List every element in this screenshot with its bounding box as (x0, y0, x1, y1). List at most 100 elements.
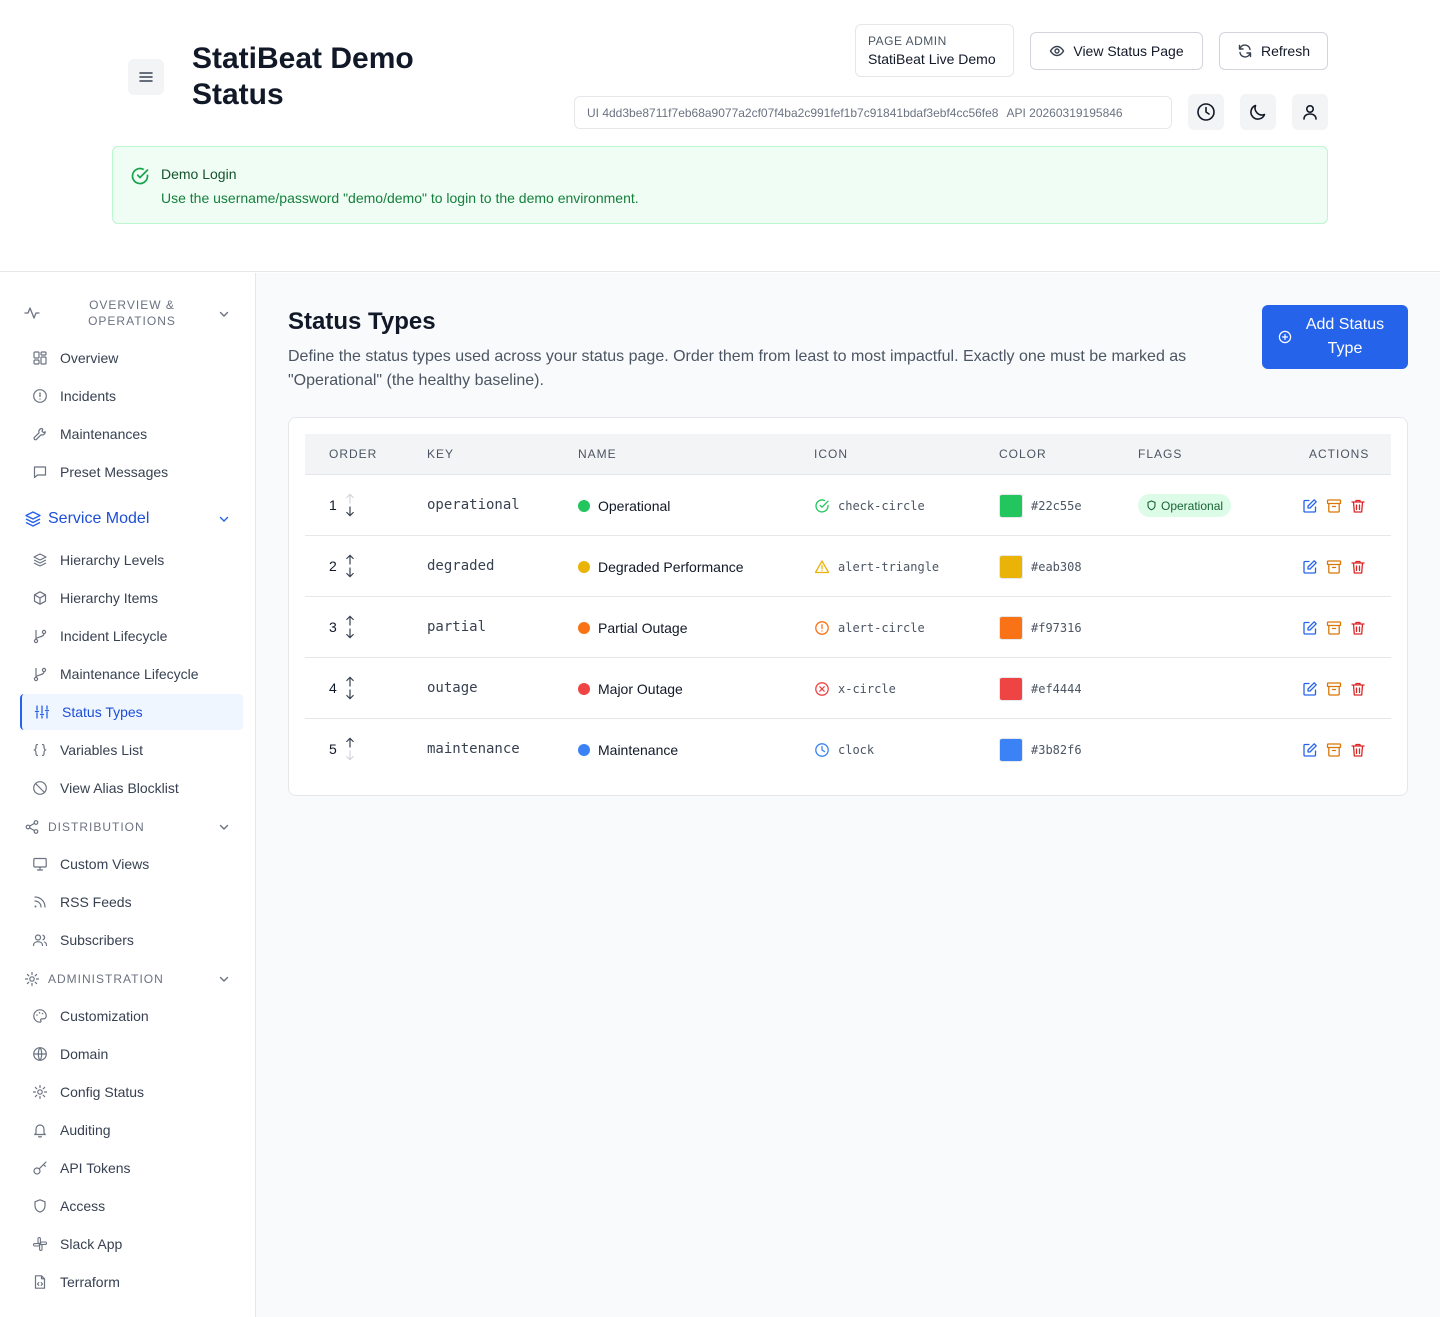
chevron-down-icon (219, 976, 229, 982)
sidebar-item-label: Auditing (60, 1122, 111, 1138)
sidebar-item-slack-app[interactable]: Slack App (20, 1226, 243, 1262)
edit-icon[interactable] (1302, 620, 1318, 636)
user-menu-button[interactable] (1292, 94, 1328, 130)
archive-icon[interactable] (1326, 742, 1342, 758)
status-dot (578, 682, 590, 695)
sidebar-item-label: Terraform (60, 1274, 120, 1290)
column-header-key: KEY (427, 447, 455, 461)
sidebar-item-preset-messages[interactable]: Preset Messages (20, 454, 243, 490)
sidebar-item-custom-views[interactable]: Custom Views (20, 846, 243, 882)
edit-icon[interactable] (1302, 742, 1318, 758)
sidebar-item-terraform[interactable]: Terraform (20, 1264, 243, 1300)
row-icon: clock (814, 719, 874, 780)
sidebar-item-label: Hierarchy Items (60, 590, 159, 606)
refresh-button[interactable]: Refresh (1219, 32, 1328, 70)
section-overview-operations[interactable]: OVERVIEW & OPERATIONS (0, 297, 256, 329)
palette-icon (33, 1009, 47, 1023)
alert-triangle-icon (814, 559, 830, 573)
archive-icon[interactable] (1326, 681, 1342, 697)
sidebar-item-api-tokens[interactable]: API Tokens (20, 1150, 243, 1186)
move-down-button[interactable] (345, 506, 355, 517)
sidebar-item-label: Access (60, 1198, 106, 1214)
sidebar-item-subscribers[interactable]: Subscribers (20, 922, 243, 958)
menu-toggle-button[interactable] (128, 59, 164, 95)
move-up-button[interactable] (345, 615, 355, 626)
move-up-button[interactable] (345, 737, 355, 748)
table-row: 1 operational Operational check-circle #… (305, 475, 1391, 536)
page-admin-selector[interactable]: PAGE ADMIN StatiBeat Live Demo (855, 24, 1014, 77)
page-admin-value: StatiBeat Live Demo (868, 51, 996, 67)
sidebar-item-config-status[interactable]: Config Status (20, 1074, 243, 1110)
trash-icon[interactable] (1350, 620, 1366, 636)
edit-icon[interactable] (1302, 498, 1318, 514)
version-info: UI 4dd3be8711f7eb68a9077a2cf07f4ba2c991f… (574, 96, 1172, 129)
move-down-button[interactable] (345, 567, 355, 578)
row-icon-name: clock (838, 742, 875, 757)
row-color-hex: #f97316 (1031, 620, 1082, 635)
theme-toggle-button[interactable] (1240, 94, 1276, 130)
eye-icon (1050, 45, 1065, 57)
sidebar-item-maintenances[interactable]: Maintenances (20, 416, 243, 452)
trash-icon[interactable] (1350, 742, 1366, 758)
row-actions (1302, 536, 1366, 597)
page-description: Define the status types used across your… (288, 348, 1187, 389)
row-color: #ef4444 (999, 658, 1082, 719)
sidebar-item-domain[interactable]: Domain (20, 1036, 243, 1072)
archive-icon[interactable] (1326, 559, 1342, 575)
move-down-button[interactable] (345, 628, 355, 639)
add-status-type-button[interactable]: Add Status Type (1262, 305, 1408, 369)
sidebar-item-overview[interactable]: Overview (20, 340, 243, 376)
timezone-button[interactable] (1188, 94, 1224, 130)
reorder-controls (345, 615, 355, 639)
sidebar-item-label: Maintenance Lifecycle (60, 666, 199, 682)
sidebar-item-incident-lifecycle[interactable]: Incident Lifecycle (20, 618, 243, 654)
row-key: outage (427, 680, 478, 696)
row-name: Operational (578, 475, 670, 536)
view-status-page-button[interactable]: View Status Page (1030, 32, 1203, 70)
row-order: 2 (329, 558, 337, 574)
archive-icon[interactable] (1326, 498, 1342, 514)
archive-icon[interactable] (1326, 620, 1342, 636)
alert-text: Use the username/password "demo/demo" to… (161, 190, 639, 206)
sidebar-item-access[interactable]: Access (20, 1188, 243, 1224)
sidebar-item-hierarchy-levels[interactable]: Hierarchy Levels (20, 542, 243, 578)
chevron-down-icon (219, 824, 229, 830)
row-actions (1302, 658, 1366, 719)
x-circle-icon (815, 681, 829, 696)
sidebar-item-status-types[interactable]: Status Types (20, 694, 243, 730)
trash-icon[interactable] (1350, 559, 1366, 575)
sidebar-item-customization[interactable]: Customization (20, 998, 243, 1034)
sidebar-item-rss-feeds[interactable]: RSS Feeds (20, 884, 243, 920)
row-order: 3 (329, 619, 337, 635)
move-up-button[interactable] (345, 676, 355, 687)
edit-icon[interactable] (1302, 681, 1318, 697)
sidebar-item-incidents[interactable]: Incidents (20, 378, 243, 414)
sidebar-item-view-alias-blocklist[interactable]: View Alias Blocklist (20, 770, 243, 806)
sidebar-item-maintenance-lifecycle[interactable]: Maintenance Lifecycle (20, 656, 243, 692)
edit-icon[interactable] (1302, 559, 1318, 575)
move-up-button[interactable] (345, 554, 355, 565)
braces-icon (33, 743, 47, 757)
move-down-button[interactable] (345, 689, 355, 700)
sidebar-item-label: View Alias Blocklist (60, 780, 179, 796)
row-color: #eab308 (999, 536, 1082, 597)
sidebar-item-label: Incidents (60, 388, 117, 404)
sidebar-item-auditing[interactable]: Auditing (20, 1112, 243, 1148)
sidebar-item-hierarchy-items[interactable]: Hierarchy Items (20, 580, 243, 616)
row-actions (1302, 597, 1366, 658)
sidebar-item-variables-list[interactable]: Variables List (20, 732, 243, 768)
section-distribution[interactable]: DISTRIBUTION (0, 811, 256, 843)
section-service-model[interactable]: Service Model (0, 503, 256, 535)
row-name-text: Major Outage (598, 680, 683, 697)
row-icon-name: alert-triangle (838, 559, 940, 574)
section-administration[interactable]: ADMINISTRATION (0, 963, 256, 995)
section-service-model-label: Service Model (48, 510, 150, 527)
row-key: partial (427, 619, 487, 635)
chevron-down-icon (219, 516, 229, 522)
clock-icon (815, 742, 829, 757)
row-icon-name: alert-circle (838, 620, 925, 635)
trash-icon[interactable] (1350, 498, 1366, 514)
table-header: ORDER KEY NAME ICON COLOR FLAGS ACTIONS (305, 434, 1391, 475)
trash-icon[interactable] (1350, 681, 1366, 697)
sidebar-item-label: Subscribers (60, 932, 134, 948)
